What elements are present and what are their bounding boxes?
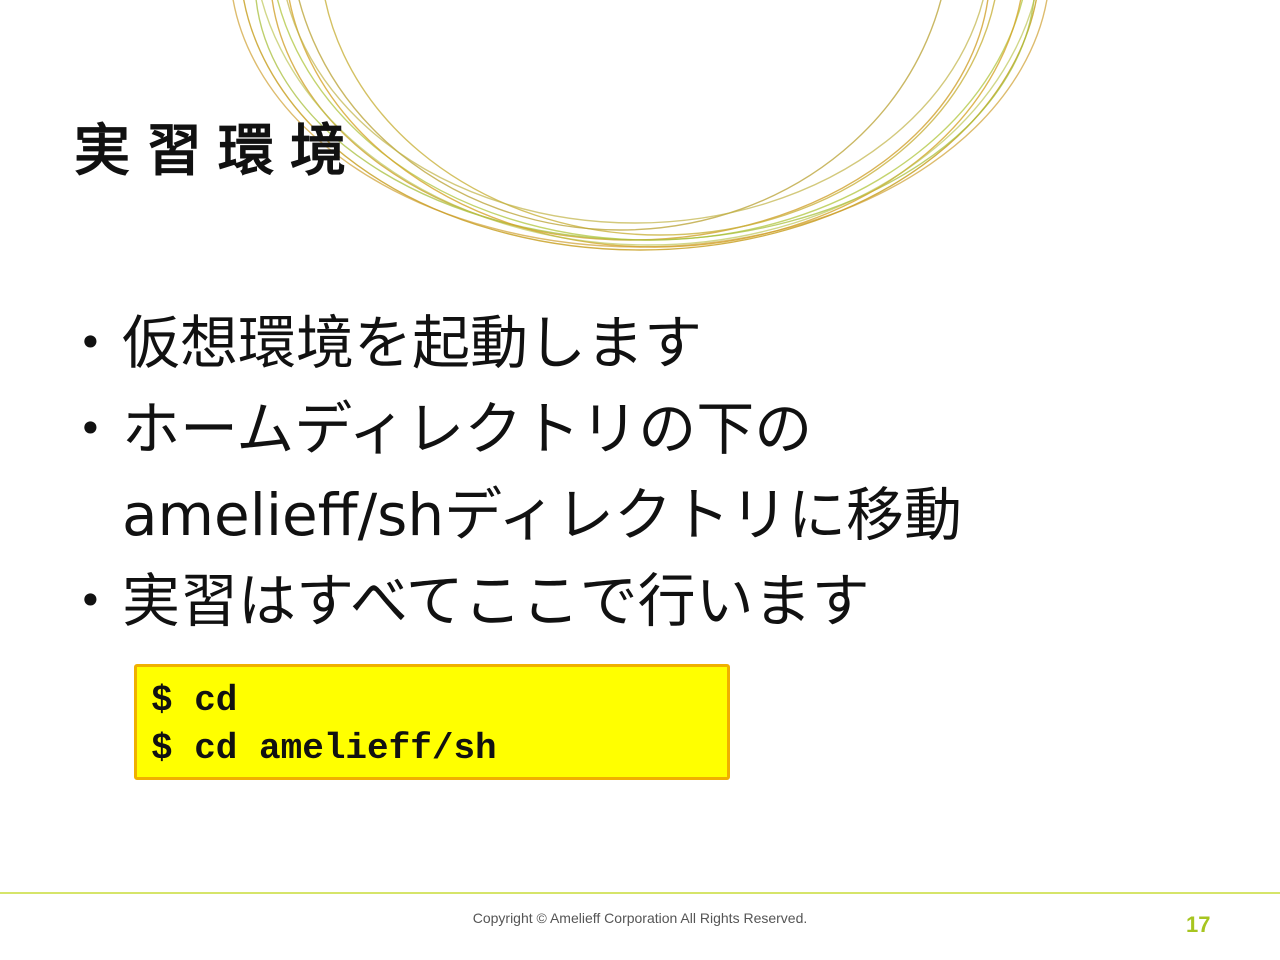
code-line: $ cd <box>151 680 238 721</box>
slide: 実習環境 • 仮想環境を起動します • ホームディレクトリの下の amelief… <box>0 0 1280 960</box>
slide-title: 実習環境 <box>74 119 362 184</box>
bullet-item: • 仮想環境を起動します <box>78 300 1078 386</box>
footer-divider <box>0 892 1280 894</box>
bullet-dot: • <box>78 318 103 367</box>
bullet-text: 実習はすべてここで行います <box>122 567 870 635</box>
bullet-item: • ホームディレクトリの下の amelieff/shディレクトリに移動 <box>78 386 1078 558</box>
code-line: $ cd amelieff/sh <box>151 728 497 769</box>
copyright-notice: Copyright © Amelieff Corporation All Rig… <box>472 910 808 926</box>
bullet-dot: • <box>78 404 103 453</box>
code-block: $ cd $ cd amelieff/sh <box>134 664 730 780</box>
bullet-text: ホームディレクトリの下の amelieff/shディレクトリに移動 <box>122 395 963 549</box>
bullet-text: 仮想環境を起動します <box>122 309 703 377</box>
bullet-list: • 仮想環境を起動します • ホームディレクトリの下の amelieff/shデ… <box>78 300 1078 644</box>
bullet-dot: • <box>78 576 103 625</box>
bullet-item: • 実習はすべてここで行います <box>78 558 1078 644</box>
page-number: 17 <box>1186 912 1211 937</box>
